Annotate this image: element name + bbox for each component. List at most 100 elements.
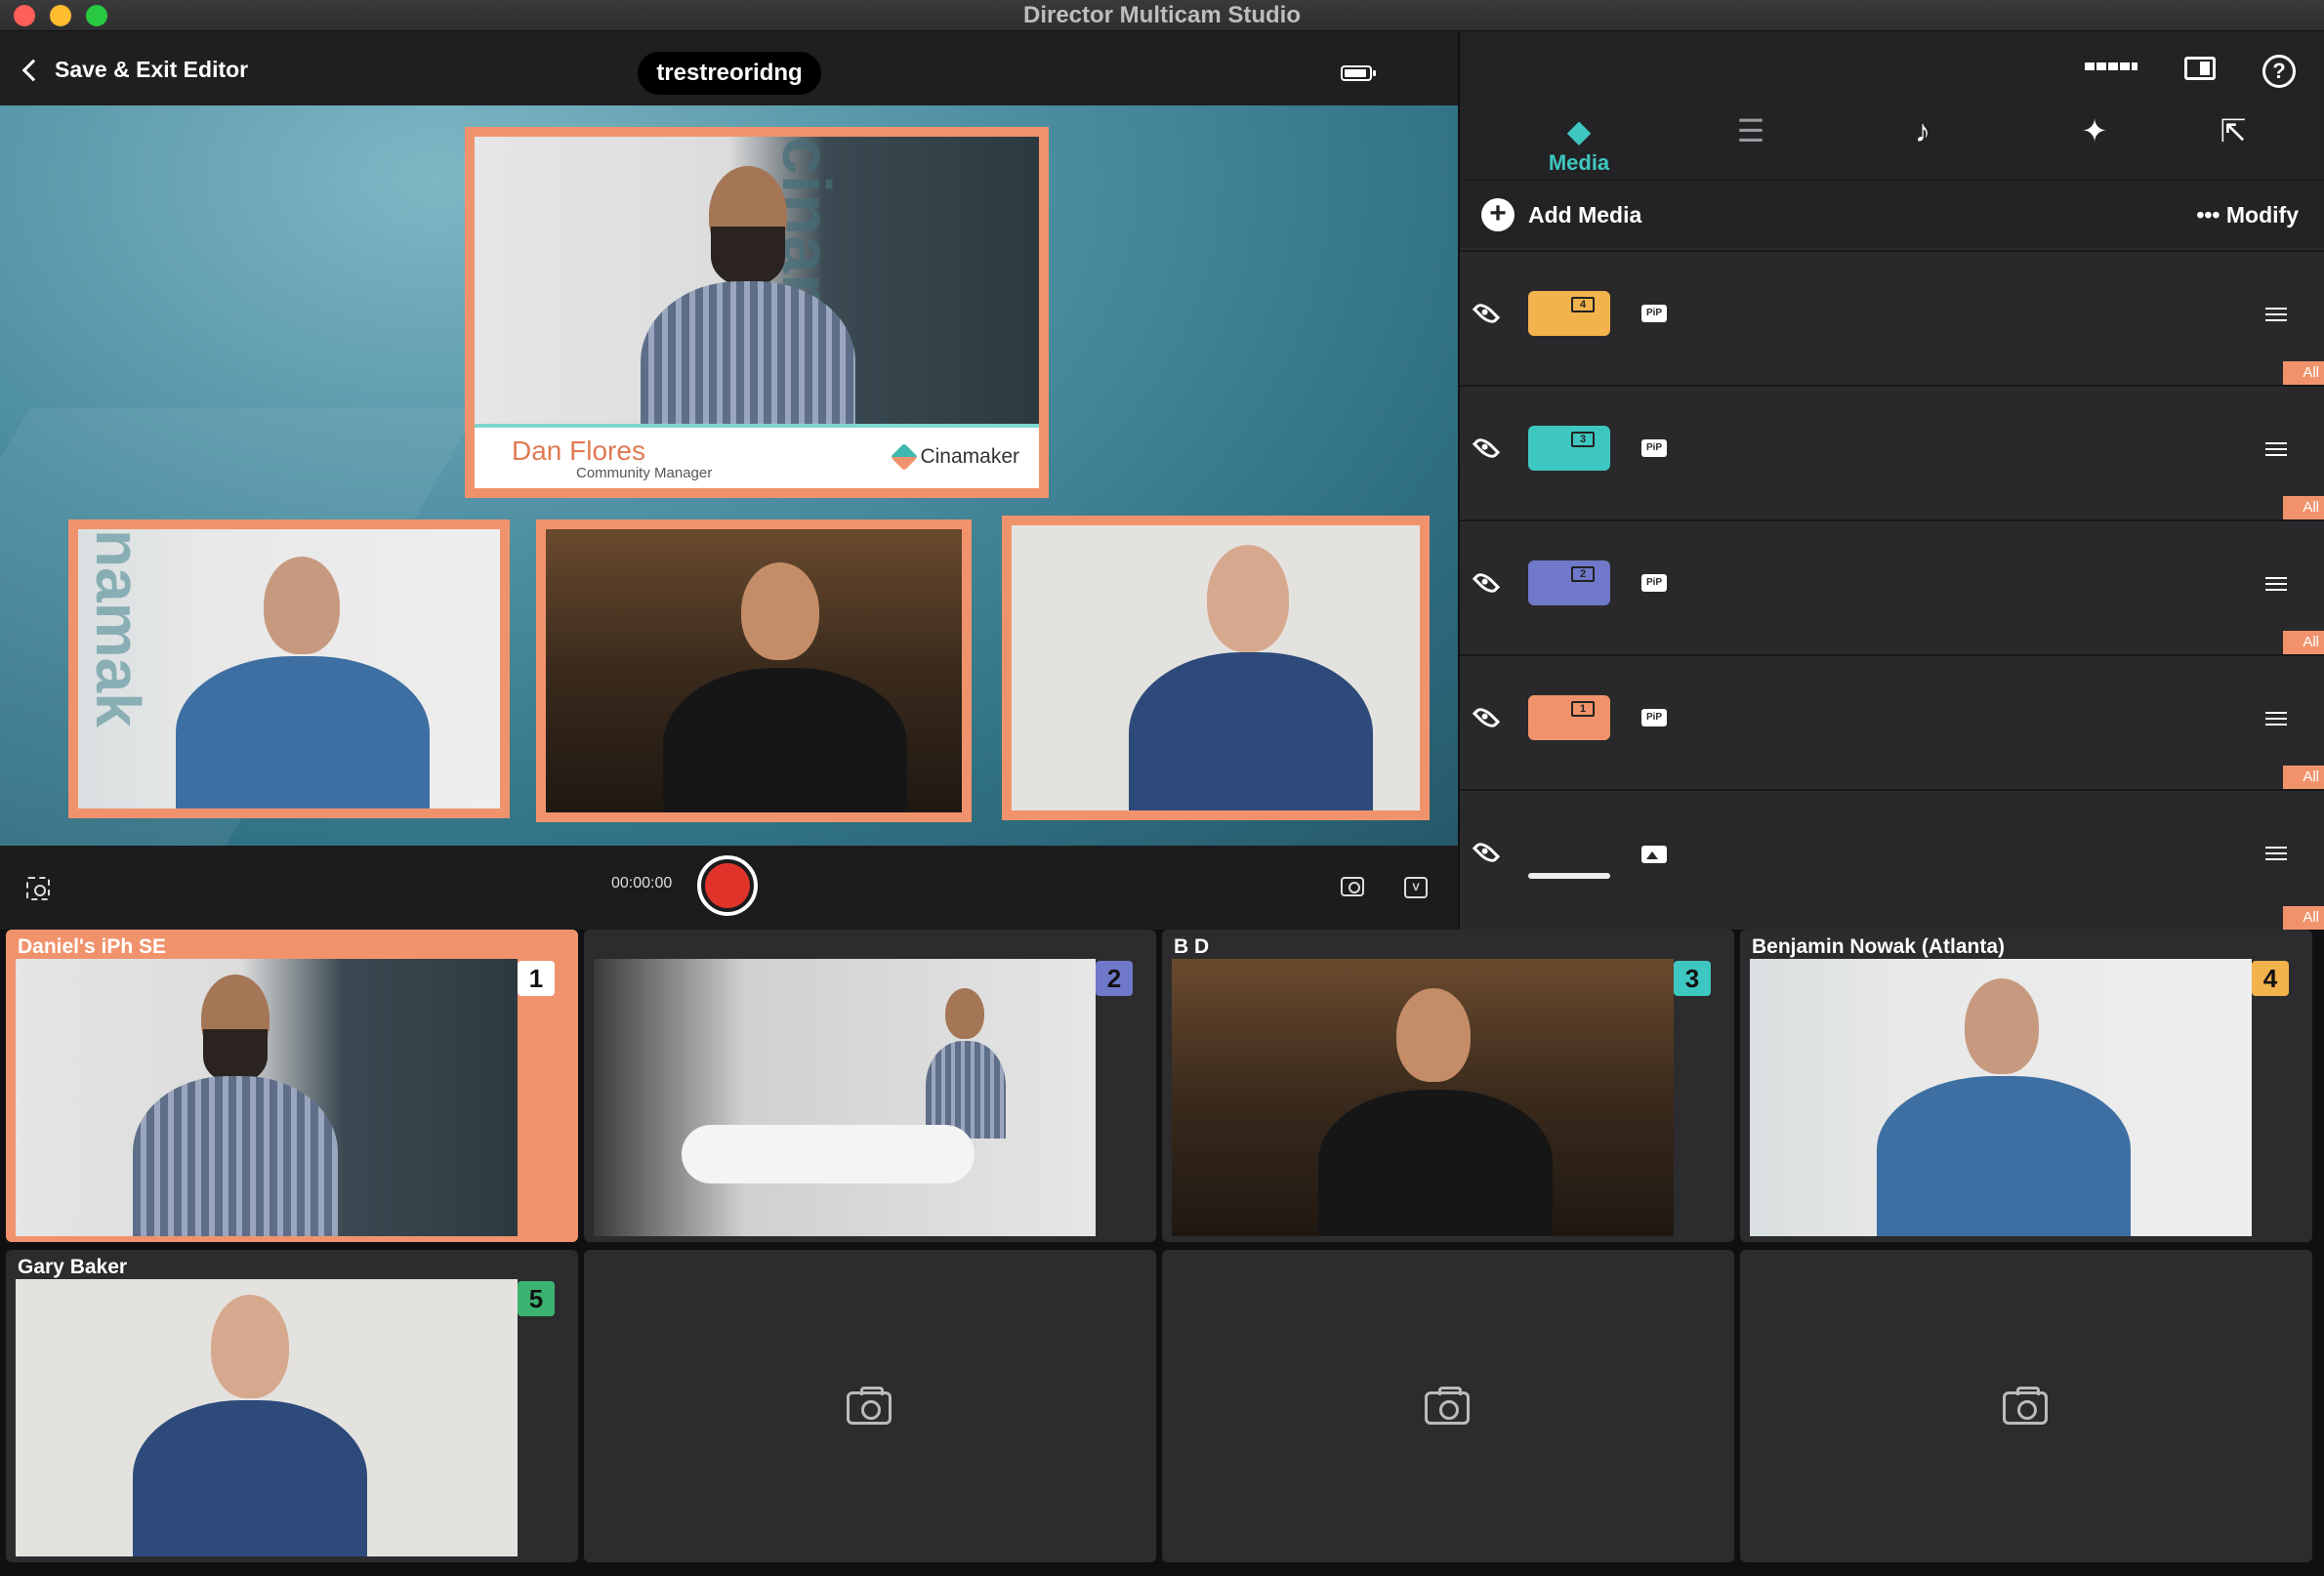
- camera-tile-1[interactable]: Daniel's iPh SE 1: [6, 930, 578, 1242]
- desk: [682, 1125, 975, 1183]
- camera-grid: Daniel's iPh SE 1 2 B D 3 Benjamin Nowak…: [0, 930, 2324, 1576]
- lower-third: Dan Flores Community Manager Cinamaker: [475, 424, 1039, 488]
- layer-thumbnail: 4: [1528, 291, 1610, 336]
- help-icon[interactable]: ?: [2262, 55, 2296, 88]
- canvas-pip-main[interactable]: cinam Dan Flores Community Manager Cinam…: [465, 127, 1049, 498]
- drag-handle-icon[interactable]: [2265, 712, 2287, 726]
- camera-number-badge: 5: [518, 1281, 555, 1316]
- camera-number-badge: 2: [1096, 961, 1133, 996]
- scope-tag[interactable]: All: [2283, 766, 2324, 789]
- layer-row[interactable]: 1 PiP All: [1460, 654, 2324, 789]
- add-media-button[interactable]: + Add Media: [1481, 198, 1641, 231]
- drag-handle-icon[interactable]: [2265, 308, 2287, 321]
- chevron-left-icon: [21, 59, 45, 82]
- camera-feed: [16, 1279, 518, 1556]
- save-exit-label: Save & Exit Editor: [55, 56, 249, 82]
- cinamaker-logo: Cinamaker: [891, 442, 1019, 472]
- modify-button[interactable]: ••• Modify: [2196, 202, 2299, 228]
- sliders-icon: ☰: [1736, 113, 1765, 148]
- camera-number-badge: 1: [518, 961, 555, 996]
- canvas-pip-left[interactable]: namak: [68, 519, 510, 818]
- add-camera-icon[interactable]: [847, 1387, 892, 1425]
- visibility-eye-icon[interactable]: [1472, 703, 1501, 732]
- layer-row[interactable]: 4 PiP All: [1460, 250, 2324, 385]
- layer-row-background[interactable]: All: [1460, 789, 2324, 930]
- layers-icon: ◆: [1566, 113, 1592, 148]
- tab-media[interactable]: ◆ Media: [1511, 111, 1647, 180]
- pip-badge: PiP: [1641, 305, 1667, 322]
- magic-wand-icon: ✦: [2081, 113, 2108, 148]
- empty-camera-slot[interactable]: [584, 1250, 1156, 1562]
- drag-handle-icon[interactable]: [2265, 442, 2287, 456]
- scope-tag[interactable]: All: [2283, 361, 2324, 385]
- layer-thumbnail: 2: [1528, 560, 1610, 605]
- lower-third-name: Dan Flores: [512, 435, 645, 466]
- scope-tag[interactable]: All: [2283, 631, 2324, 654]
- battery-icon: [1341, 65, 1376, 81]
- camera-feed: [1172, 959, 1674, 1236]
- pip-badge: PiP: [1641, 574, 1667, 592]
- scope-tag[interactable]: All: [2283, 496, 2324, 519]
- layer-thumbnail: 1: [1528, 695, 1610, 740]
- share-icon: ⇱: [2220, 113, 2247, 148]
- layer-thumbnail: 3: [1528, 426, 1610, 471]
- camera-feed: [16, 959, 518, 1236]
- add-camera-icon[interactable]: [2003, 1387, 2048, 1425]
- canvas-pip-right[interactable]: [1002, 516, 1430, 820]
- add-media-label: Add Media: [1528, 201, 1642, 228]
- drag-handle-icon[interactable]: [2265, 577, 2287, 591]
- window-title: Director Multicam Studio: [1022, 2, 1302, 28]
- lower-third-role: Community Manager: [576, 465, 713, 481]
- panel-header: ? ◆ Media ☰ ♪ ✦ ⇱: [1460, 31, 2324, 180]
- plus-circle-icon: +: [1481, 198, 1515, 231]
- layout-icon[interactable]: [2184, 57, 2216, 80]
- tab-effects[interactable]: ✦: [2026, 111, 2163, 180]
- tab-adjustments[interactable]: ☰: [1682, 111, 1819, 180]
- add-camera-icon[interactable]: [1425, 1387, 1470, 1425]
- program-canvas[interactable]: cinam Dan Flores Community Manager Cinam…: [0, 105, 1458, 846]
- visibility-eye-icon[interactable]: [1472, 838, 1501, 867]
- camera-tile-2[interactable]: 2: [584, 930, 1156, 1242]
- visibility-eye-icon[interactable]: [1472, 434, 1501, 463]
- scope-tag[interactable]: All: [2283, 906, 2324, 930]
- empty-camera-slot[interactable]: [1740, 1250, 2312, 1562]
- save-exit-editor-button[interactable]: Save & Exit Editor: [21, 53, 249, 86]
- fit-screen-icon[interactable]: [26, 877, 50, 900]
- panel-tabs: ◆ Media ☰ ♪ ✦ ⇱: [1460, 111, 2324, 180]
- banner-text: namak: [83, 529, 153, 727]
- camera-tile-5[interactable]: Gary Baker 5: [6, 1250, 578, 1562]
- tab-audio[interactable]: ♪: [1854, 111, 1991, 180]
- canvas-pip-center[interactable]: [536, 519, 972, 822]
- pip-badge: PiP: [1641, 439, 1667, 457]
- record-button[interactable]: [697, 855, 758, 916]
- drag-handle-icon[interactable]: [2265, 847, 2287, 860]
- camera-tile-4[interactable]: Benjamin Nowak (Atlanta) 4: [1740, 930, 2312, 1242]
- music-note-icon: ♪: [1915, 113, 1930, 148]
- snapshot-camera-icon[interactable]: [1341, 877, 1364, 896]
- camera-number-badge: 4: [2252, 961, 2289, 996]
- multiview-icon[interactable]: [2085, 62, 2137, 70]
- logo-mark-icon: [891, 442, 919, 472]
- layer-row[interactable]: 2 PiP All: [1460, 519, 2324, 654]
- layer-row[interactable]: 3 PiP All: [1460, 385, 2324, 519]
- media-toolbar: + Add Media ••• Modify: [1460, 180, 2324, 248]
- window-titlebar: Director Multicam Studio: [0, 0, 2324, 31]
- media-panel: ? ◆ Media ☰ ♪ ✦ ⇱ + Add Media ••• Modify…: [1460, 31, 2324, 930]
- visibility-eye-icon[interactable]: [1472, 568, 1501, 598]
- recording-timer: 00:00:00: [611, 875, 673, 892]
- editor-header: Save & Exit Editor trestreoridng: [0, 31, 1458, 105]
- camera-number-badge: 3: [1674, 961, 1711, 996]
- project-name[interactable]: trestreoridng: [638, 52, 821, 95]
- video-export-icon[interactable]: V: [1404, 877, 1428, 898]
- empty-camera-slot[interactable]: [1162, 1250, 1734, 1562]
- camera-feed: [1750, 959, 2252, 1236]
- image-badge-icon: [1641, 846, 1667, 863]
- camera-tile-3[interactable]: B D 3: [1162, 930, 1734, 1242]
- camera-feed: [594, 959, 1096, 1236]
- modify-label: Modify: [2225, 202, 2299, 228]
- transport-bar: 00:00:00 V: [0, 846, 1458, 930]
- visibility-eye-icon[interactable]: [1472, 299, 1501, 328]
- tab-share[interactable]: ⇱: [2165, 111, 2302, 180]
- background-thumbnail: [1528, 873, 1610, 879]
- pip-badge: PiP: [1641, 709, 1667, 726]
